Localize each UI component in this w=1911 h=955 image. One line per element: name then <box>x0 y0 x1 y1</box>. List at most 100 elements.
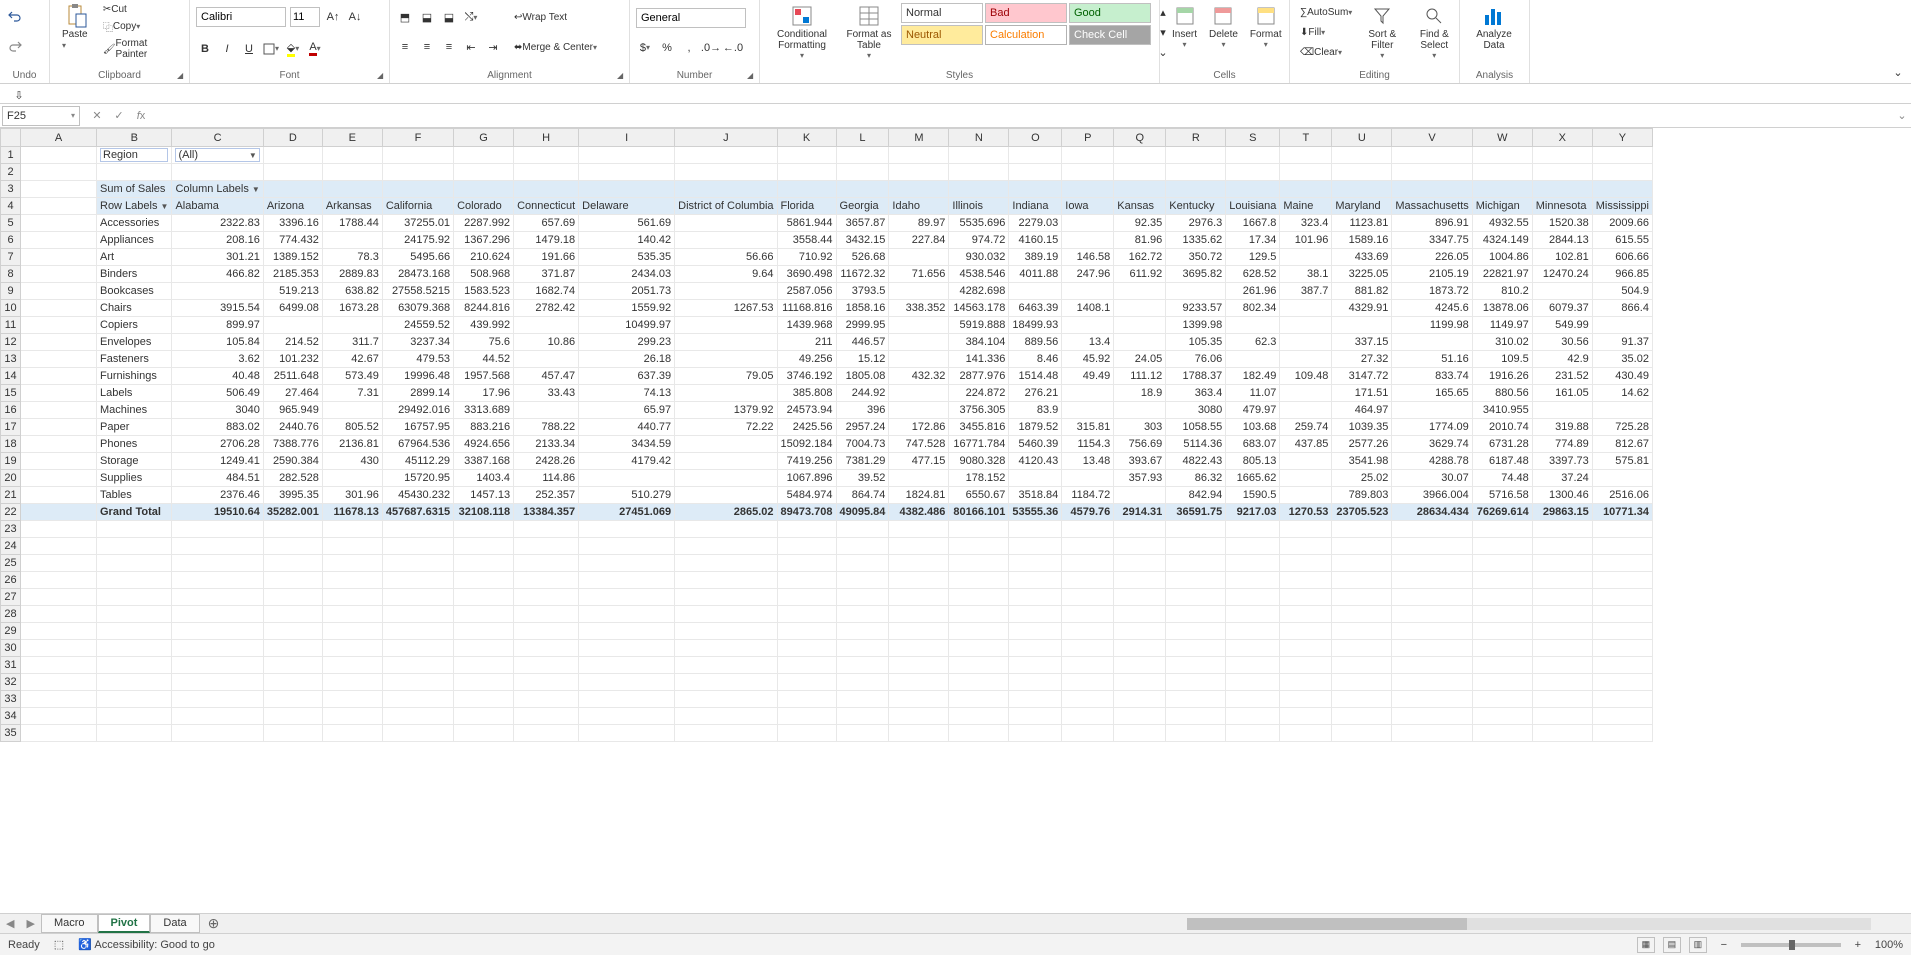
cell[interactable]: 5716.58 <box>1472 487 1532 504</box>
cell[interactable] <box>322 521 382 538</box>
row-header[interactable]: 7 <box>1 249 21 266</box>
cell[interactable] <box>1592 470 1652 487</box>
format-as-table-button[interactable]: Format as Table <box>838 2 900 62</box>
cell[interactable]: 1824.81 <box>889 487 949 504</box>
cell[interactable] <box>1392 708 1472 725</box>
cell[interactable] <box>1472 708 1532 725</box>
cell[interactable] <box>675 351 777 368</box>
cell[interactable] <box>1062 283 1114 300</box>
cell[interactable] <box>263 708 322 725</box>
cell[interactable] <box>97 623 172 640</box>
cell[interactable]: 5484.974 <box>777 487 836 504</box>
cell[interactable] <box>949 708 1009 725</box>
cell[interactable]: 1788.37 <box>1166 368 1226 385</box>
cell[interactable]: 1379.92 <box>675 402 777 419</box>
cell[interactable]: 393.67 <box>1114 453 1166 470</box>
cell[interactable] <box>1280 402 1332 419</box>
cell[interactable]: 338.352 <box>889 300 949 317</box>
cell[interactable] <box>322 640 382 657</box>
cell[interactable] <box>382 725 453 742</box>
redo-button[interactable] <box>6 38 24 56</box>
column-header[interactable]: S <box>1226 129 1280 147</box>
cell[interactable] <box>322 691 382 708</box>
cell[interactable]: 1805.08 <box>836 368 889 385</box>
cell[interactable]: 484.51 <box>172 470 263 487</box>
cell[interactable] <box>1592 164 1652 181</box>
align-center-button[interactable]: ≡ <box>418 38 436 56</box>
cell[interactable] <box>1280 623 1332 640</box>
cell[interactable] <box>382 674 453 691</box>
cell[interactable] <box>1009 657 1062 674</box>
cell[interactable]: Region <box>97 147 172 164</box>
cell[interactable]: 802.34 <box>1226 300 1280 317</box>
cell[interactable] <box>579 538 675 555</box>
cell[interactable] <box>21 164 97 181</box>
cell[interactable]: Idaho <box>889 198 949 215</box>
cell[interactable]: 4324.149 <box>1472 232 1532 249</box>
cell[interactable] <box>1592 691 1652 708</box>
cell[interactable] <box>263 164 322 181</box>
cell[interactable]: 27558.5215 <box>382 283 453 300</box>
cell[interactable] <box>1280 725 1332 742</box>
cell[interactable] <box>1280 487 1332 504</box>
row-header[interactable]: 31 <box>1 657 21 674</box>
cell[interactable]: 24175.92 <box>382 232 453 249</box>
cell[interactable] <box>21 300 97 317</box>
column-header[interactable]: C <box>172 129 263 147</box>
cell[interactable]: 3541.98 <box>1332 453 1392 470</box>
cell[interactable]: 1590.5 <box>1226 487 1280 504</box>
cell[interactable] <box>97 589 172 606</box>
cell[interactable] <box>675 470 777 487</box>
row-header[interactable]: 16 <box>1 402 21 419</box>
cell[interactable]: 1916.26 <box>1472 368 1532 385</box>
cell[interactable]: 4329.91 <box>1332 300 1392 317</box>
cell[interactable]: 2322.83 <box>172 215 263 232</box>
cell[interactable] <box>1280 385 1332 402</box>
cell[interactable]: 3518.84 <box>1009 487 1062 504</box>
cell[interactable]: Iowa <box>1062 198 1114 215</box>
cell[interactable] <box>1532 572 1592 589</box>
paste-button[interactable]: Paste <box>56 2 99 53</box>
cell[interactable] <box>21 402 97 419</box>
cell[interactable] <box>889 589 949 606</box>
cell[interactable] <box>514 657 579 674</box>
cell[interactable]: Chairs <box>97 300 172 317</box>
cell[interactable] <box>579 164 675 181</box>
cell[interactable] <box>263 640 322 657</box>
cell[interactable] <box>1532 181 1592 198</box>
cell[interactable] <box>21 538 97 555</box>
column-header[interactable]: Q <box>1114 129 1166 147</box>
row-header[interactable]: 10 <box>1 300 21 317</box>
cell[interactable] <box>675 555 777 572</box>
cell[interactable]: 45430.232 <box>382 487 453 504</box>
cell[interactable] <box>514 521 579 538</box>
cell[interactable] <box>1472 521 1532 538</box>
row-header[interactable]: 6 <box>1 232 21 249</box>
indent-decrease-button[interactable]: ⇤ <box>462 38 480 56</box>
cell[interactable] <box>1532 164 1592 181</box>
cell[interactable]: 788.22 <box>514 419 579 436</box>
column-header[interactable]: W <box>1472 129 1532 147</box>
cell[interactable]: 1154.3 <box>1062 436 1114 453</box>
cell[interactable]: Bookcases <box>97 283 172 300</box>
cell[interactable] <box>949 538 1009 555</box>
cell[interactable]: 81.96 <box>1114 232 1166 249</box>
cell[interactable]: 606.66 <box>1592 249 1652 266</box>
cell[interactable] <box>579 708 675 725</box>
cell[interactable]: 1039.35 <box>1332 419 1392 436</box>
cell[interactable]: 1873.72 <box>1392 283 1472 300</box>
cell[interactable] <box>514 572 579 589</box>
row-header[interactable]: 22 <box>1 504 21 521</box>
cell[interactable]: 27.464 <box>263 385 322 402</box>
cell[interactable]: 161.05 <box>1532 385 1592 402</box>
cell[interactable]: 3410.955 <box>1472 402 1532 419</box>
cell[interactable]: 89.97 <box>889 215 949 232</box>
cell[interactable]: Row Labels ▼ <box>97 198 172 215</box>
cell[interactable]: 2376.46 <box>172 487 263 504</box>
cell[interactable] <box>1392 164 1472 181</box>
cell[interactable]: 231.52 <box>1532 368 1592 385</box>
cell[interactable]: 1589.16 <box>1332 232 1392 249</box>
cell[interactable]: 2877.976 <box>949 368 1009 385</box>
cell[interactable]: 3793.5 <box>836 283 889 300</box>
cell[interactable]: 30.07 <box>1392 470 1472 487</box>
